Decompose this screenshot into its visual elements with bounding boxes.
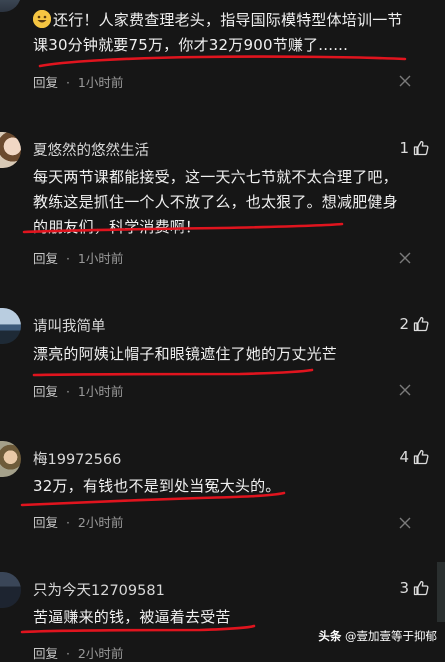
avatar[interactable]: [0, 132, 21, 168]
comment-text: 苦逼赚来的钱，被逼着去受苦: [33, 605, 411, 630]
username[interactable]: 梅19972566: [33, 448, 121, 469]
comment-line: 课30分钟就要75万，你才32万900节赚了......: [33, 36, 349, 54]
close-icon[interactable]: [399, 252, 411, 264]
username[interactable]: 夏悠然的悠然生活: [33, 139, 149, 160]
comment-line: 的朋友们，科学消费啊！: [33, 218, 201, 236]
reply-button[interactable]: 回复: [33, 646, 58, 661]
timestamp: 2小时前: [77, 515, 124, 530]
comment-line: 每天两节课都能接受，这一天六七节就不太合理了吧，: [33, 168, 398, 186]
thumbs-up-icon[interactable]: [413, 449, 429, 465]
timestamp: 2小时前: [77, 646, 124, 661]
like-count: 1: [399, 139, 409, 157]
comment-meta: 回复 · 2小时前: [33, 643, 123, 662]
like-count: 2: [399, 315, 409, 333]
timestamp: 1小时前: [77, 384, 124, 399]
reply-button[interactable]: 回复: [33, 75, 58, 90]
close-icon[interactable]: [399, 517, 411, 529]
reply-button[interactable]: 回复: [33, 251, 58, 266]
thumbs-up-icon[interactable]: [413, 316, 429, 332]
comment-text: 还行！人家费查理老头，指导国际模特型体培训一节 课30分钟就要75万，你才32万…: [33, 8, 411, 58]
comment-text: 每天两节课都能接受，这一天六七节就不太合理了吧， 教练这是抓住一个人不放了么，也…: [33, 165, 411, 240]
avatar[interactable]: [0, 308, 21, 344]
watermark-handle: @壹加壹等于抑郁: [345, 629, 437, 643]
comment-line: 还行！人家费查理老头，指导国际模特型体培训一节: [53, 11, 403, 29]
comment-text: 32万，有钱也不是到处当冤大头的。: [33, 474, 411, 499]
like-count: 3: [399, 579, 409, 597]
timestamp: 1小时前: [77, 75, 124, 90]
timestamp: 1小时前: [77, 251, 124, 266]
avatar[interactable]: [0, 441, 21, 477]
reply-button[interactable]: 回复: [33, 515, 58, 530]
underline-mark: [32, 368, 314, 377]
comment-meta: 回复 · 1小时前: [33, 248, 123, 267]
close-icon[interactable]: [399, 75, 411, 87]
avatar[interactable]: [0, 572, 21, 608]
comment-line: 教练这是抓住一个人不放了么，也太狠了。想减肥健身: [33, 193, 398, 211]
comment-line: 苦逼赚来的钱，被逼着去受苦: [33, 608, 231, 626]
separator-dot: ·: [65, 384, 70, 399]
thumbs-up-icon[interactable]: [413, 140, 429, 156]
scrollbar[interactable]: [437, 562, 445, 622]
close-icon[interactable]: [399, 384, 411, 396]
separator-dot: ·: [65, 646, 70, 661]
comment-meta: 回复 · 1小时前: [33, 72, 123, 91]
comment-line: 漂亮的阿姨让帽子和眼镜遮住了她的万丈光芒: [33, 345, 338, 363]
avatar[interactable]: [0, 0, 21, 12]
separator-dot: ·: [65, 251, 70, 266]
separator-dot: ·: [65, 515, 70, 530]
comment-line: 32万，有钱也不是到处当冤大头的。: [33, 477, 281, 495]
watermark-brand: 头条: [318, 629, 342, 643]
like-count: 4: [399, 448, 409, 466]
watermark: 头条 @壹加壹等于抑郁: [318, 628, 437, 644]
underline-mark: [38, 55, 407, 68]
comment-meta: 回复 · 2小时前: [33, 512, 123, 531]
comment-text: 漂亮的阿姨让帽子和眼镜遮住了她的万丈光芒: [33, 342, 411, 367]
comment-meta: 回复 · 1小时前: [33, 381, 123, 400]
grinning-emoji-icon: [33, 10, 51, 28]
username[interactable]: 只为今天12709581: [33, 579, 165, 600]
separator-dot: ·: [65, 75, 70, 90]
reply-button[interactable]: 回复: [33, 384, 58, 399]
thumbs-up-icon[interactable]: [413, 580, 429, 596]
username[interactable]: 请叫我简单: [33, 315, 106, 336]
